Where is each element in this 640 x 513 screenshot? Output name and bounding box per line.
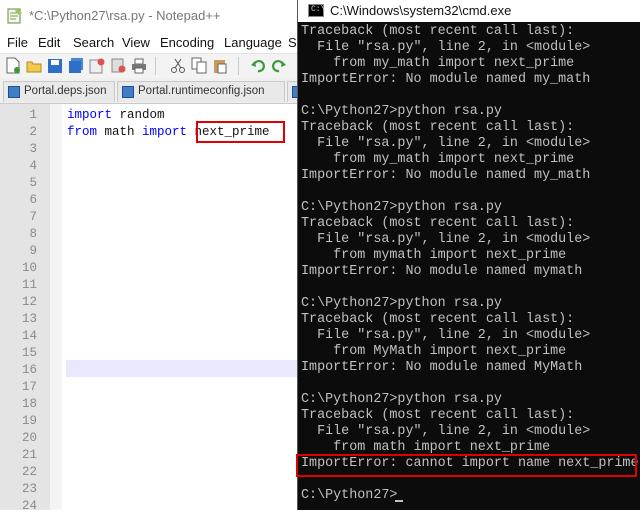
line-number: 2 xyxy=(29,125,37,139)
console-line: from my_math import next_prime xyxy=(301,152,575,167)
console-line: C:\Python27>python rsa.py xyxy=(301,200,502,215)
text-cursor xyxy=(395,500,403,502)
paste-icon[interactable] xyxy=(212,57,228,74)
tab-portal-deps-json[interactable]: Portal.deps.json xyxy=(3,81,115,102)
line-number: 4 xyxy=(29,159,37,173)
open-file-icon[interactable] xyxy=(26,57,42,74)
fold-margin xyxy=(50,104,62,510)
code-text: random xyxy=(112,108,165,122)
code-line-1: import random xyxy=(67,108,165,122)
line-number: 3 xyxy=(29,142,37,156)
console-line: File "rsa.py", line 2, in <module> xyxy=(301,40,591,55)
notepadpp-menu-bar: File Edit Search View Encoding Language … xyxy=(0,31,304,53)
menu-view[interactable]: View xyxy=(122,35,150,50)
save-icon[interactable] xyxy=(47,57,63,74)
line-number: 21 xyxy=(21,448,37,462)
console-line: File "rsa.py", line 2, in <module> xyxy=(301,136,591,151)
console-line: Traceback (most recent call last): xyxy=(301,408,575,423)
line-number: 20 xyxy=(21,431,37,445)
next-prime-highlight-box xyxy=(196,121,285,143)
line-number: 19 xyxy=(21,414,37,428)
line-number: 9 xyxy=(29,244,37,258)
cmd-window: C:\ C:\Windows\system32\cmd.exe Tracebac… xyxy=(297,0,640,510)
copy-icon[interactable] xyxy=(191,57,207,74)
line-number: 13 xyxy=(21,312,37,326)
console-line: Traceback (most recent call last): xyxy=(301,24,575,39)
line-number: 23 xyxy=(21,482,37,496)
console-line: ImportError: No module named my_math xyxy=(301,72,591,87)
console-line: ImportError: No module named my_math xyxy=(301,168,591,183)
line-number: 24 xyxy=(21,499,37,513)
console-line: ImportError: No module named mymath xyxy=(301,264,583,279)
console-line: from MyMath import next_prime xyxy=(301,344,567,359)
line-number: 17 xyxy=(21,380,37,394)
console-line: File "rsa.py", line 2, in <module> xyxy=(301,232,591,247)
cut-icon[interactable] xyxy=(170,57,186,74)
menu-file[interactable]: File xyxy=(7,35,28,50)
redo-icon[interactable] xyxy=(271,57,287,74)
file-icon xyxy=(8,86,20,98)
line-number: 6 xyxy=(29,193,37,207)
console-line: Traceback (most recent call last): xyxy=(301,216,575,231)
toolbar-separator xyxy=(238,57,239,75)
import-error-highlight-box xyxy=(296,454,637,477)
cmd-title-bar[interactable]: C:\ C:\Windows\system32\cmd.exe xyxy=(298,0,640,22)
line-number-gutter: 1 2 3 4 5 6 7 8 9 10 11 12 13 14 15 16 1… xyxy=(0,104,50,513)
console-line: C:\Python27>python rsa.py xyxy=(301,104,502,119)
menu-edit[interactable]: Edit xyxy=(38,35,60,50)
notepadpp-title-bar[interactable]: *C:\Python27\rsa.py - Notepad++ xyxy=(0,0,300,31)
notepadpp-toolbar xyxy=(0,53,300,78)
console-prompt: C:\Python27> xyxy=(301,488,398,503)
console-line: ImportError: No module named MyMath xyxy=(301,360,583,375)
console-line: File "rsa.py", line 2, in <module> xyxy=(301,328,591,343)
line-number: 18 xyxy=(21,397,37,411)
line-number: 8 xyxy=(29,227,37,241)
toolbar-separator xyxy=(155,57,156,75)
line-number: 10 xyxy=(21,261,37,275)
console-line: from my_math import next_prime xyxy=(301,56,575,71)
line-number: 7 xyxy=(29,210,37,224)
keyword: from xyxy=(67,125,98,139)
close-file-icon[interactable] xyxy=(89,57,105,74)
console-line: File "rsa.py", line 2, in <module> xyxy=(301,424,591,439)
notepadpp-window: *C:\Python27\rsa.py - Notepad++ File Edi… xyxy=(0,0,307,513)
cmd-console-icon: C:\ xyxy=(308,4,325,17)
tab-portal-runtimeconfig-json[interactable]: Portal.runtimeconfig.json xyxy=(117,81,285,102)
code-text: math xyxy=(97,125,143,139)
console-output[interactable]: Traceback (most recent call last): File … xyxy=(298,22,640,510)
new-file-icon[interactable] xyxy=(5,57,21,74)
code-editor[interactable]: 1 2 3 4 5 6 7 8 9 10 11 12 13 14 15 16 1… xyxy=(0,104,300,513)
console-line: Traceback (most recent call last): xyxy=(301,120,575,135)
notepadpp-logo-icon xyxy=(7,8,22,24)
console-line: from mymath import next_prime xyxy=(301,248,567,263)
line-number: 15 xyxy=(21,346,37,360)
line-number: 12 xyxy=(21,295,37,309)
cmd-window-title: C:\Windows\system32\cmd.exe xyxy=(330,3,512,18)
line-number: 5 xyxy=(29,176,37,190)
close-all-icon[interactable] xyxy=(110,57,126,74)
menu-search[interactable]: Search xyxy=(73,35,114,50)
save-all-icon[interactable] xyxy=(68,57,84,74)
console-line: C:\Python27>python rsa.py xyxy=(301,392,502,407)
line-number: 14 xyxy=(21,329,37,343)
file-icon xyxy=(122,86,134,98)
menu-encoding[interactable]: Encoding xyxy=(160,35,214,50)
keyword: import xyxy=(67,108,113,122)
line-number: 11 xyxy=(21,278,37,292)
undo-icon[interactable] xyxy=(250,57,266,74)
print-icon[interactable] xyxy=(131,57,147,74)
tab-label: Portal.deps.json xyxy=(24,85,107,97)
notepadpp-window-title: *C:\Python27\rsa.py - Notepad++ xyxy=(29,8,221,23)
console-line: from math import next_prime xyxy=(301,440,551,455)
menu-language[interactable]: Language xyxy=(224,35,282,50)
line-number: 1 xyxy=(29,108,37,122)
line-number: 16 xyxy=(21,363,37,377)
current-line-highlight xyxy=(66,360,300,377)
notepadpp-tab-bar: Portal.deps.json Portal.runtimeconfig.js… xyxy=(0,78,307,104)
tab-label: Portal.runtimeconfig.json xyxy=(138,85,265,97)
line-number: 22 xyxy=(21,465,37,479)
console-line: Traceback (most recent call last): xyxy=(301,312,575,327)
console-line: C:\Python27>python rsa.py xyxy=(301,296,502,311)
keyword: import xyxy=(142,125,188,139)
